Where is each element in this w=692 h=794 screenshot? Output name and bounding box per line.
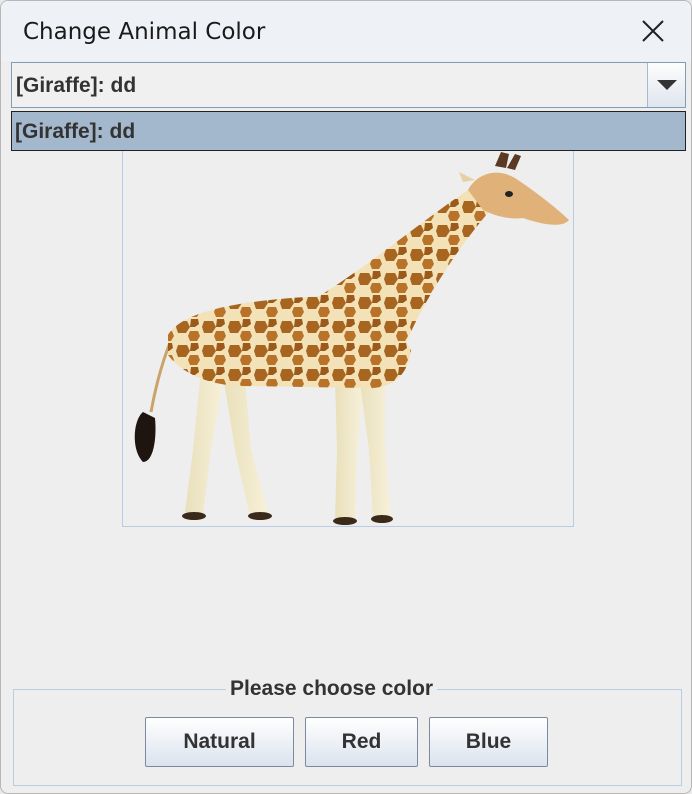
window-title: Change Animal Color <box>23 19 266 45</box>
change-animal-color-window: Change Animal Color [Giraffe]: dd [Giraf… <box>0 0 692 794</box>
color-chooser-title: Please choose color <box>226 677 438 701</box>
natural-button[interactable]: Natural <box>145 717 294 767</box>
animal-selector-popup: [Giraffe]: dd <box>11 111 686 151</box>
animal-option[interactable]: [Giraffe]: dd <box>15 120 135 144</box>
chevron-down-icon <box>656 80 677 90</box>
animal-selector-combobox[interactable]: [Giraffe]: dd <box>11 62 686 108</box>
animal-selector-value: [Giraffe]: dd <box>16 74 137 97</box>
title-bar: Change Animal Color <box>1 1 691 61</box>
picture-panel <box>122 149 574 527</box>
dropdown-arrow-button[interactable] <box>647 63 685 107</box>
blue-button[interactable]: Blue <box>429 717 548 767</box>
red-button[interactable]: Red <box>305 717 418 767</box>
close-button[interactable] <box>631 11 675 51</box>
giraffe-image <box>134 152 569 525</box>
close-icon <box>642 20 664 42</box>
